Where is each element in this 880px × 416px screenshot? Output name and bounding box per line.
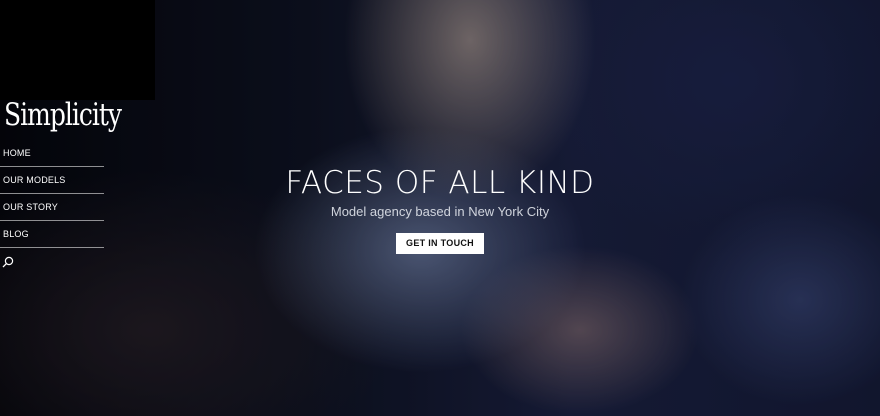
hero-content: FACES OF ALL KIND Model agency based in … xyxy=(0,165,880,254)
nav-item-home[interactable]: HOME xyxy=(0,140,104,167)
page: Simplicity HOME OUR MODELS OUR STORY BLO… xyxy=(0,0,880,416)
hero-subtitle: Model agency based in New York City xyxy=(330,204,550,219)
get-in-touch-button[interactable]: GET IN TOUCH xyxy=(396,233,484,254)
hero-title: FACES OF ALL KIND xyxy=(285,165,595,201)
site-logo[interactable]: Simplicity xyxy=(4,96,122,141)
nav-item-label: HOME xyxy=(3,148,31,158)
search-icon[interactable] xyxy=(2,255,16,269)
